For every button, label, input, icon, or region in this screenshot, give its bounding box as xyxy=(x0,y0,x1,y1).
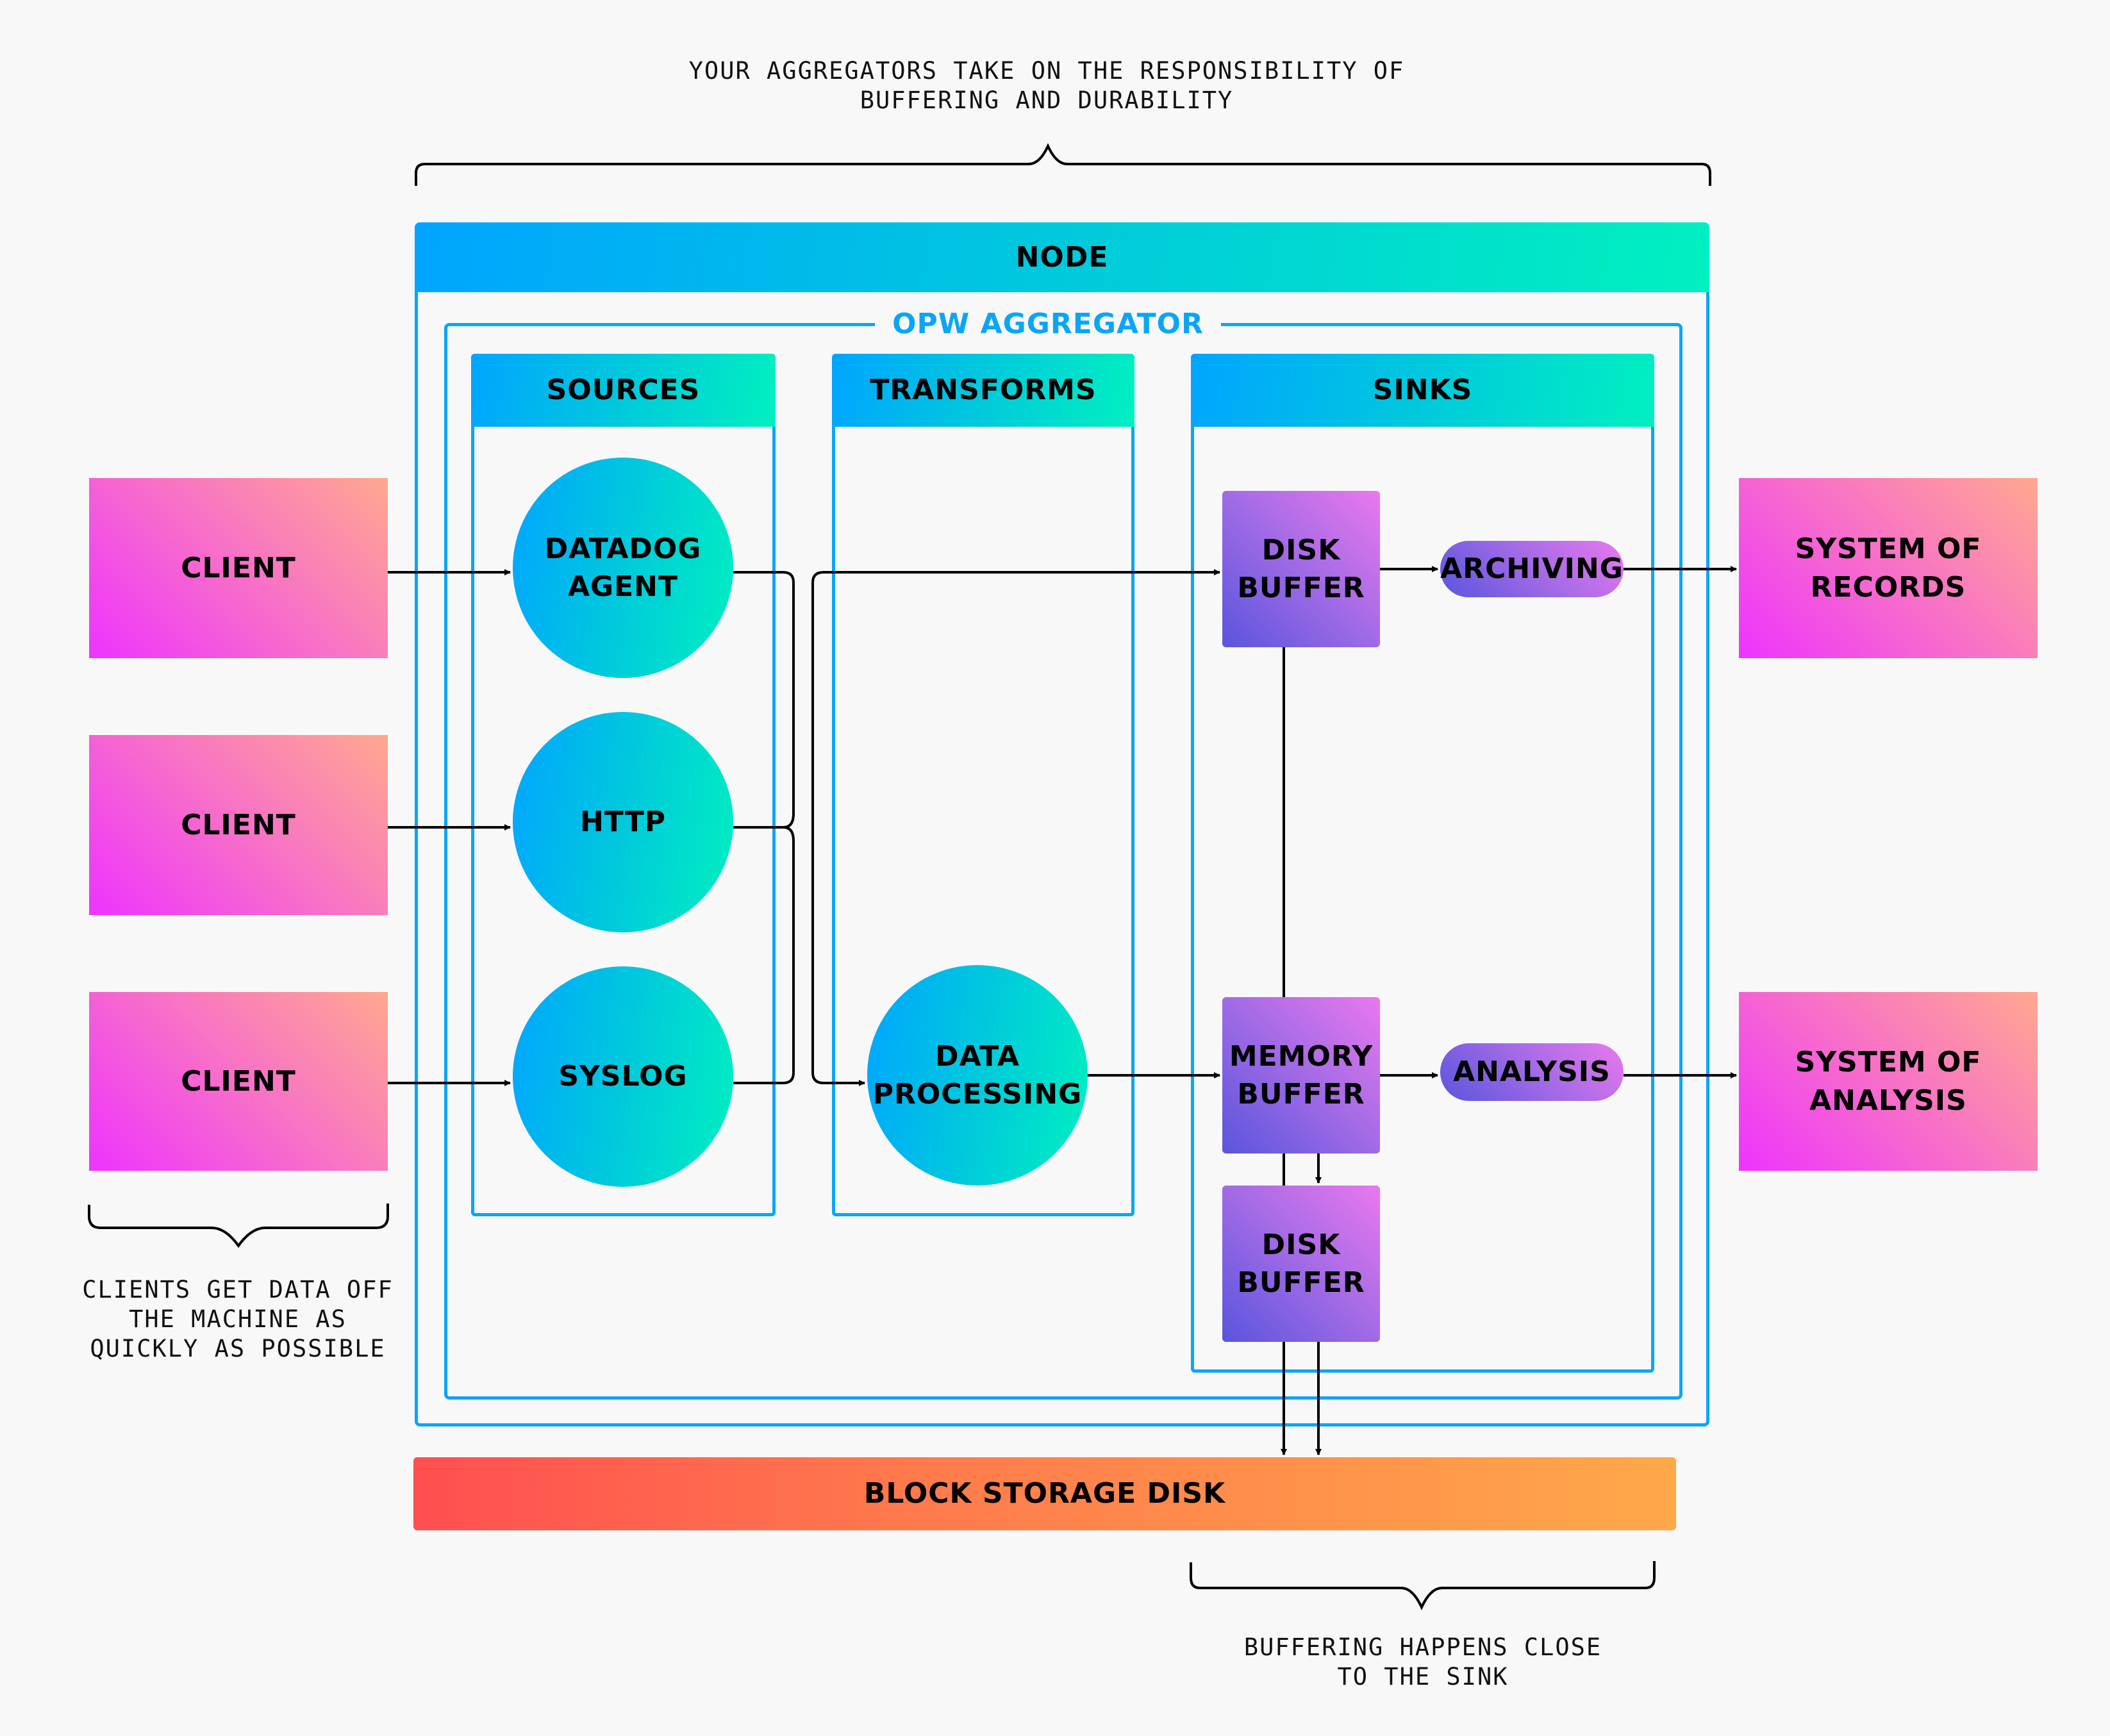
disk-buffer-top[interactable]: DISK BUFFER xyxy=(1222,491,1380,647)
left-annotation: CLIENTS GET DATA OFF THE MACHINE AS QUIC… xyxy=(82,1276,394,1362)
archiving-sink[interactable]: ARCHIVING xyxy=(1440,541,1624,597)
system-of-analysis[interactable]: SYSTEM OF ANALYSIS xyxy=(1739,992,2038,1171)
top-annotation: YOUR AGGREGATORS TAKE ON THE RESPONSIBIL… xyxy=(688,57,1405,114)
client-2[interactable]: CLIENT xyxy=(89,735,388,915)
disk-buffer-bottom[interactable]: DISK BUFFER xyxy=(1222,1186,1380,1342)
memory-buffer[interactable]: MEMORY BUFFER xyxy=(1222,997,1380,1153)
client-3[interactable]: CLIENT xyxy=(89,992,388,1171)
source-syslog[interactable]: SYSLOG xyxy=(513,966,733,1187)
block-storage-disk[interactable]: BLOCK STORAGE DISK xyxy=(413,1457,1676,1530)
sources-header: SOURCES xyxy=(471,354,776,427)
transforms-header: TRANSFORMS xyxy=(832,354,1134,427)
aggregator-title: OPW AGGREGATOR xyxy=(875,305,1221,343)
top-brace xyxy=(415,143,1711,186)
sinks-header: SINKS xyxy=(1191,354,1654,427)
bottom-brace xyxy=(1190,1561,1656,1610)
source-datadog-agent[interactable]: DATADOG AGENT xyxy=(513,458,733,678)
transform-data-processing[interactable]: DATA PROCESSING xyxy=(867,965,1088,1186)
left-brace xyxy=(88,1203,389,1248)
analysis-sink[interactable]: ANALYSIS xyxy=(1440,1043,1624,1101)
bottom-annotation: BUFFERING HAPPENS CLOSE TO THE SINK xyxy=(1243,1633,1602,1691)
system-of-records[interactable]: SYSTEM OF RECORDS xyxy=(1739,478,2038,658)
node-header: NODE xyxy=(415,222,1709,292)
source-http[interactable]: HTTP xyxy=(513,712,733,932)
client-1[interactable]: CLIENT xyxy=(89,478,388,658)
